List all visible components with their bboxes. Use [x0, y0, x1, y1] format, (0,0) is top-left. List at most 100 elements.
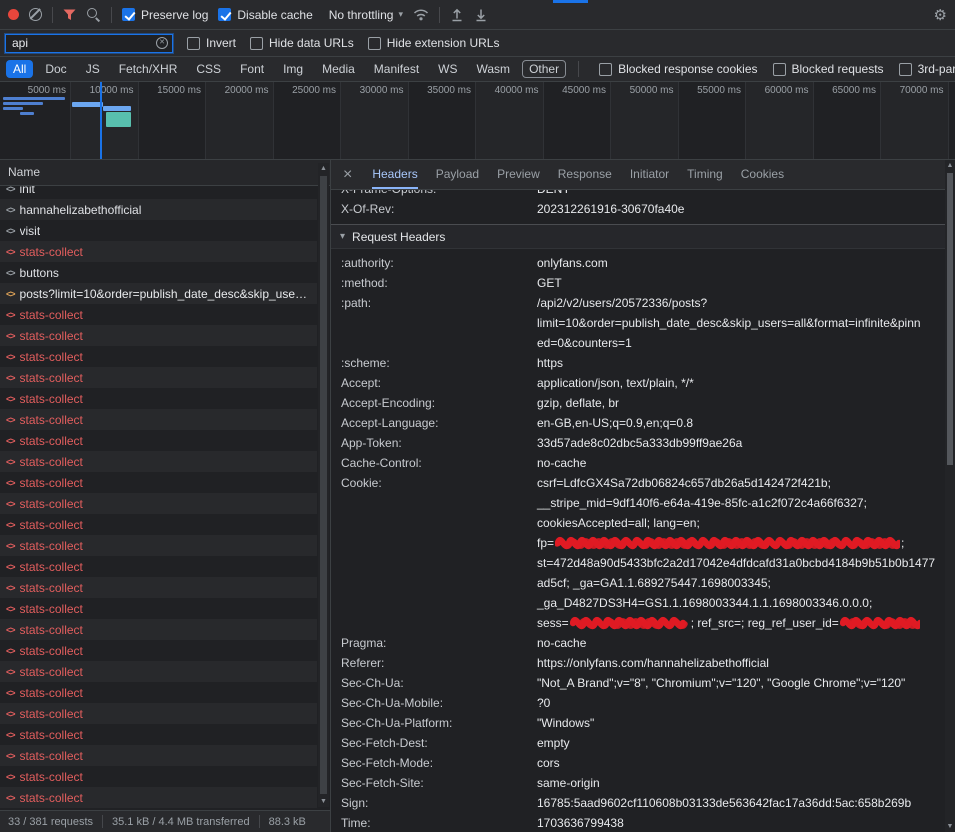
- request-row[interactable]: <>stats-collect: [0, 703, 317, 724]
- filter-option-blocked-response-cookies[interactable]: Blocked response cookies: [599, 62, 757, 76]
- hide-data-urls-toggle[interactable]: Hide data URLs: [250, 36, 354, 50]
- preserve-log-checkbox[interactable]: [122, 8, 135, 21]
- scrollbar-thumb[interactable]: [320, 176, 327, 794]
- type-filter-img[interactable]: Img: [276, 60, 310, 78]
- type-filter-wasm[interactable]: Wasm: [470, 60, 518, 78]
- tab-headers[interactable]: Headers: [372, 160, 417, 189]
- header-name: Sec-Fetch-Dest:: [341, 733, 537, 753]
- request-row[interactable]: <>stats-collect: [0, 493, 317, 514]
- header-value: cors: [537, 753, 937, 773]
- request-row[interactable]: <>stats-collect: [0, 388, 317, 409]
- type-filter-manifest[interactable]: Manifest: [367, 60, 426, 78]
- record-button[interactable]: [8, 9, 19, 20]
- throttling-select[interactable]: No throttling ▾: [329, 8, 403, 22]
- checkbox-icon[interactable]: [599, 63, 612, 76]
- preserve-log-toggle[interactable]: Preserve log: [122, 8, 208, 22]
- request-row[interactable]: <>stats-collect: [0, 346, 317, 367]
- filter-input[interactable]: ✕: [5, 34, 173, 53]
- request-headers-section-header[interactable]: ▾Request Headers: [331, 224, 945, 249]
- details-scrollbar[interactable]: ▲ ▼: [945, 160, 955, 832]
- type-filter-other[interactable]: Other: [522, 60, 566, 78]
- request-row[interactable]: <>stats-collect: [0, 535, 317, 556]
- request-row[interactable]: <>stats-collect: [0, 766, 317, 787]
- invert-checkbox[interactable]: [187, 37, 200, 50]
- type-filter-all[interactable]: All: [6, 60, 33, 78]
- invert-toggle[interactable]: Invert: [187, 36, 236, 50]
- clear-requests-icon[interactable]: [29, 8, 42, 21]
- search-icon[interactable]: [86, 7, 101, 22]
- tab-payload[interactable]: Payload: [436, 160, 479, 189]
- hide-data-urls-label: Hide data URLs: [269, 36, 354, 50]
- request-row[interactable]: <>posts?limit=10&order=publish_date_desc…: [0, 283, 317, 304]
- tab-initiator[interactable]: Initiator: [630, 160, 669, 189]
- request-row[interactable]: <>stats-collect: [0, 724, 317, 745]
- request-row[interactable]: <>stats-collect: [0, 598, 317, 619]
- request-row[interactable]: <>stats-collect: [0, 661, 317, 682]
- requests-scrollbar[interactable]: ▲ ▼: [318, 163, 329, 807]
- name-column-header[interactable]: Name: [0, 160, 330, 186]
- request-row[interactable]: <>hannahelizabethofficial: [0, 199, 317, 220]
- request-row[interactable]: <>stats-collect: [0, 682, 317, 703]
- export-har-icon[interactable]: [474, 8, 488, 22]
- request-row[interactable]: <>visit: [0, 220, 317, 241]
- request-row[interactable]: <>stats-collect: [0, 514, 317, 535]
- type-filter-fetch-xhr[interactable]: Fetch/XHR: [112, 60, 185, 78]
- network-conditions-icon[interactable]: [413, 8, 429, 21]
- tab-cookies[interactable]: Cookies: [741, 160, 784, 189]
- settings-gear-icon[interactable]: ⚙: [934, 6, 947, 24]
- tab-response[interactable]: Response: [558, 160, 612, 189]
- type-filter-js[interactable]: JS: [79, 60, 107, 78]
- close-details-icon[interactable]: ×: [343, 166, 352, 184]
- header-row: Cache-Control:no-cache: [331, 453, 945, 473]
- tab-preview[interactable]: Preview: [497, 160, 540, 189]
- request-row[interactable]: <>stats-collect: [0, 577, 317, 598]
- hide-extension-urls-toggle[interactable]: Hide extension URLs: [368, 36, 500, 50]
- scroll-down-icon[interactable]: ▼: [945, 821, 955, 832]
- import-har-icon[interactable]: [450, 8, 464, 22]
- type-filter-doc[interactable]: Doc: [38, 60, 73, 78]
- type-filter-css[interactable]: CSS: [189, 60, 228, 78]
- request-name: stats-collect: [20, 497, 83, 511]
- request-row[interactable]: <>buttons: [0, 262, 317, 283]
- type-filter-font[interactable]: Font: [233, 60, 271, 78]
- filter-icon[interactable]: [63, 9, 76, 21]
- scroll-down-icon[interactable]: ▼: [318, 796, 329, 807]
- clear-filter-icon[interactable]: ✕: [156, 37, 168, 49]
- filter-toolbar: ✕ Invert Hide data URLs Hide extension U…: [0, 30, 955, 57]
- timeline-tick-label: 30000 ms: [344, 85, 404, 96]
- request-row[interactable]: <>stats-collect: [0, 556, 317, 577]
- timeline-overview[interactable]: 5000 ms10000 ms15000 ms20000 ms25000 ms3…: [0, 82, 955, 160]
- type-filter-media[interactable]: Media: [315, 60, 362, 78]
- scroll-up-icon[interactable]: ▲: [318, 163, 329, 174]
- scroll-up-icon[interactable]: ▲: [945, 160, 955, 171]
- type-filter-ws[interactable]: WS: [431, 60, 464, 78]
- scrollbar-thumb[interactable]: [947, 173, 953, 465]
- request-row[interactable]: <>stats-collect: [0, 640, 317, 661]
- request-row[interactable]: <>stats-collect: [0, 304, 317, 325]
- checkbox-icon[interactable]: [899, 63, 912, 76]
- request-row[interactable]: <>stats-collect: [0, 325, 317, 346]
- request-row[interactable]: <>stats-collect: [0, 745, 317, 766]
- disable-cache-checkbox[interactable]: [218, 8, 231, 21]
- filter-text-field[interactable]: [12, 36, 146, 50]
- tab-timing[interactable]: Timing: [687, 160, 723, 189]
- request-name: hannahelizabethofficial: [20, 203, 142, 217]
- request-row[interactable]: <>init: [0, 186, 317, 199]
- disable-cache-toggle[interactable]: Disable cache: [218, 8, 312, 22]
- request-row[interactable]: <>stats-collect: [0, 409, 317, 430]
- filter-option-blocked-requests[interactable]: Blocked requests: [773, 62, 884, 76]
- request-row[interactable]: <>stats-collect: [0, 619, 317, 640]
- request-row[interactable]: <>stats-collect: [0, 787, 317, 808]
- request-name: buttons: [20, 266, 59, 280]
- hide-extension-urls-checkbox[interactable]: [368, 37, 381, 50]
- header-name: X-Of-Rev:: [341, 199, 537, 219]
- request-row[interactable]: <>stats-collect: [0, 472, 317, 493]
- checkbox-icon[interactable]: [773, 63, 786, 76]
- filter-option-3rd-party-requests[interactable]: 3rd-party requests: [899, 62, 955, 76]
- request-row[interactable]: <>stats-collect: [0, 451, 317, 472]
- request-row[interactable]: <>stats-collect: [0, 430, 317, 451]
- hide-data-urls-checkbox[interactable]: [250, 37, 263, 50]
- checkbox-label: 3rd-party requests: [918, 62, 955, 76]
- request-row[interactable]: <>stats-collect: [0, 367, 317, 388]
- request-row[interactable]: <>stats-collect: [0, 241, 317, 262]
